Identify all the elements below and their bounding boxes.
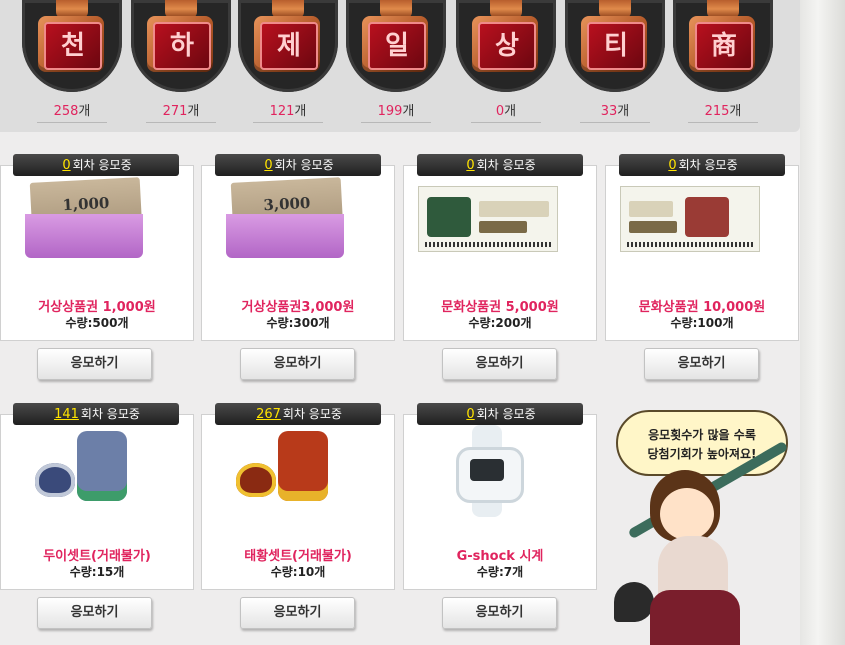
prize-card: G-shock 시계 수량:7개 (403, 414, 597, 590)
stamp-item: 티 33개 (565, 0, 665, 123)
prize-quantity: 수량:200개 (468, 316, 532, 330)
round-number: 141 (54, 407, 79, 422)
apply-button[interactable]: 응모하기 (37, 597, 152, 629)
stamp-item: 하 271개 (131, 0, 231, 123)
prize-name: 태황셋트(거래불가) (244, 549, 352, 564)
gift-voucher-image: 3,000 (226, 177, 344, 258)
stamp-glyph: 천 (44, 22, 102, 70)
prize-name: 두이셋트(거래불가) (43, 549, 151, 564)
stamp-item: 제 121개 (238, 0, 338, 123)
prize-card: 문화상품권 5,000원 수량:200개 (403, 165, 597, 341)
prize-quantity: 수량:15개 (69, 565, 125, 579)
prize-name: 거상상품권3,000원 (241, 300, 355, 315)
stamp-icon: 商 (673, 0, 773, 92)
prize-quantity: 수량:7개 (476, 565, 524, 579)
stamp-count: 199개 (377, 104, 415, 119)
stamp-glyph: 제 (260, 22, 318, 70)
stamp-icon: 하 (131, 0, 231, 92)
prize-card: 태황셋트(거래불가) 수량:10개 (201, 414, 395, 590)
prize-name: 거상상품권 1,000원 (38, 300, 156, 315)
armor-set-image (31, 425, 135, 515)
stamp-icon: 천 (22, 0, 122, 92)
stamp-count: 258개 (53, 104, 91, 119)
round-status-tab: 0 회차 응모중 (215, 154, 381, 176)
prize-name: 문화상품권 10,000원 (638, 300, 766, 315)
stamp-item: 상 0개 (456, 0, 556, 123)
stamp-item: 商 215개 (673, 0, 773, 123)
speech-line: 응모횟수가 많을 수록 (648, 428, 756, 442)
stamp-item: 천 258개 (22, 0, 122, 123)
round-number: 0 (62, 158, 71, 173)
round-number: 0 (668, 158, 677, 173)
prize-quantity: 수량:10개 (270, 565, 326, 579)
stamp-icon: 제 (238, 0, 338, 92)
culture-gift-certificate-image (418, 186, 558, 252)
stamp-count: 33개 (600, 104, 630, 119)
round-number: 0 (264, 158, 273, 173)
watch-image (434, 425, 538, 517)
stamp-icon: 상 (456, 0, 556, 92)
apply-button[interactable]: 응모하기 (37, 348, 152, 380)
stamp-count: 215개 (704, 104, 742, 119)
round-status-tab: 141 회차 응모중 (13, 403, 179, 425)
round-status-tab: 0 회차 응모중 (417, 154, 583, 176)
prize-card: 3,000 거상상품권3,000원 수량:300개 (201, 165, 395, 341)
stamp-icon: 티 (565, 0, 665, 92)
armor-set-image (232, 425, 336, 515)
prize-quantity: 수량:500개 (65, 316, 129, 330)
prize-card: 두이셋트(거래불가) 수량:15개 (0, 414, 194, 590)
stamp-icon: 일 (346, 0, 446, 92)
apply-button[interactable]: 응모하기 (644, 348, 759, 380)
prize-name: G-shock 시계 (456, 549, 544, 564)
prize-quantity: 수량:300개 (266, 316, 330, 330)
round-number: 267 (256, 407, 281, 422)
apply-button[interactable]: 응모하기 (442, 348, 557, 380)
apply-button[interactable]: 응모하기 (442, 597, 557, 629)
apply-button[interactable]: 응모하기 (240, 597, 355, 629)
round-number: 0 (466, 407, 475, 422)
round-status-tab: 0 회차 응모중 (13, 154, 179, 176)
prize-quantity: 수량:100개 (670, 316, 734, 330)
stamp-glyph: 하 (153, 22, 211, 70)
stamp-glyph: 商 (695, 22, 753, 70)
stamp-item: 일 199개 (346, 0, 446, 123)
round-number: 0 (466, 158, 475, 173)
round-status-tab: 0 회차 응모중 (619, 154, 785, 176)
mascot-character-illustration (610, 440, 810, 645)
prize-card: 1,000 거상상품권 1,000원 수량:500개 (0, 165, 194, 341)
stamp-glyph: 티 (587, 22, 645, 70)
stamp-collection-panel: 천 258개 하 271개 제 121개 일 199개 상 0개 티 33개 商… (0, 0, 800, 132)
speech-bubble: 응모횟수가 많을 수록 당첨기회가 높아져요! (616, 410, 788, 476)
apply-button[interactable]: 응모하기 (240, 348, 355, 380)
culture-gift-certificate-image (620, 186, 760, 252)
round-status-tab: 267 회차 응모중 (215, 403, 381, 425)
stamp-glyph: 일 (368, 22, 426, 70)
stamp-count: 121개 (269, 104, 307, 119)
prize-name: 문화상품권 5,000원 (441, 300, 559, 315)
gift-voucher-image: 1,000 (25, 177, 143, 258)
stamp-count: 271개 (162, 104, 200, 119)
stamp-count: 0개 (495, 104, 517, 119)
round-status-tab: 0 회차 응모중 (417, 403, 583, 425)
stamp-glyph: 상 (478, 22, 536, 70)
prize-card: 문화상품권 10,000원 수량:100개 (605, 165, 799, 341)
